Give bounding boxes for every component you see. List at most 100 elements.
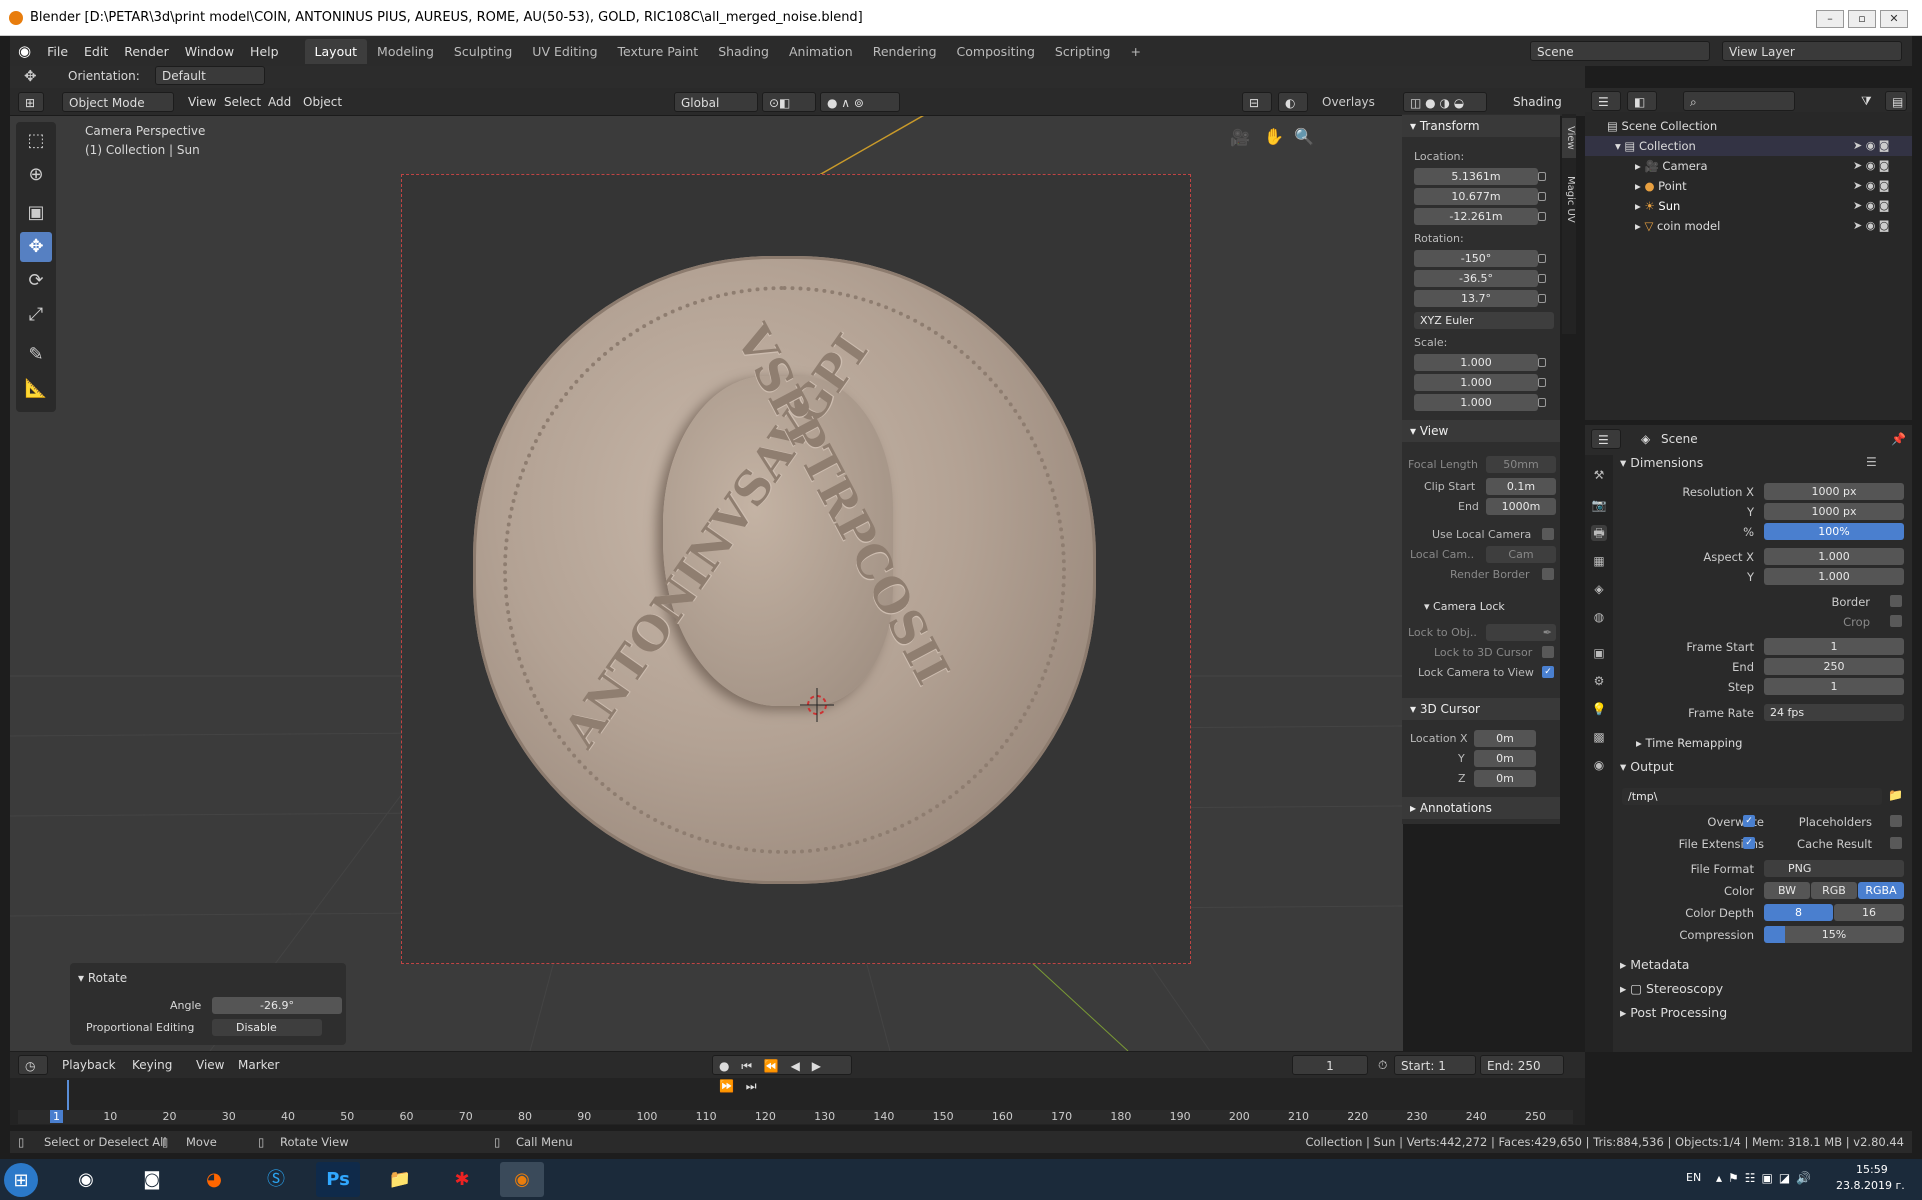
annotations-panel-header[interactable]: ▸ Annotations xyxy=(1402,797,1560,819)
photoshop-icon[interactable]: Ps xyxy=(316,1162,360,1197)
editor-type-icon[interactable]: ⊞ xyxy=(18,92,44,112)
overlays-dropdown[interactable]: Overlays xyxy=(1316,92,1396,112)
view-panel-header[interactable]: ▾ View xyxy=(1402,420,1560,442)
tab-view[interactable]: View xyxy=(1562,118,1576,158)
lock-icon[interactable] xyxy=(1538,172,1546,181)
outliner-scene-collection[interactable]: ▤ Scene Collection xyxy=(1585,116,1912,136)
location-y-field[interactable]: 10.677m xyxy=(1414,188,1538,205)
coin-model[interactable]: ANTONINVSAVGPI VSPPTRPCOSII xyxy=(473,256,1096,884)
language-indicator[interactable]: EN xyxy=(1686,1171,1701,1184)
move-tool-icon[interactable]: ✥ xyxy=(20,232,52,262)
tool-tab-icon[interactable]: ⚒ xyxy=(1591,467,1607,483)
skype-icon[interactable]: Ⓢ xyxy=(254,1162,298,1197)
dimensions-section[interactable]: ▾ Dimensions xyxy=(1620,452,1703,474)
visibility-icon[interactable]: ◐ xyxy=(1278,92,1308,112)
editor-type-icon[interactable]: ☰ xyxy=(1591,429,1621,449)
overwrite-checkbox[interactable]: ✓ xyxy=(1743,815,1755,827)
cursor-tool-icon[interactable]: ⊕ xyxy=(20,160,52,190)
view-menu[interactable]: View xyxy=(190,1055,230,1075)
pin-icon[interactable]: 📌 xyxy=(1885,429,1912,449)
frame-rate-dropdown[interactable]: 24 fps xyxy=(1764,704,1904,721)
maximize-button[interactable]: ▫ xyxy=(1848,10,1876,28)
frame-end-field[interactable]: 250 xyxy=(1764,658,1904,675)
world-tab-icon[interactable]: ◍ xyxy=(1591,609,1607,625)
zoom-icon[interactable]: 🔍 xyxy=(1294,127,1314,146)
scale-x-field[interactable]: 1.000 xyxy=(1414,354,1538,371)
menu-file[interactable]: File xyxy=(39,44,76,59)
display-mode-icon[interactable]: ◧ xyxy=(1627,91,1657,111)
render-tab-icon[interactable]: 📷 xyxy=(1591,497,1607,513)
pan-hand-icon[interactable]: ✋ xyxy=(1264,127,1284,146)
physics-tab-icon[interactable]: ◉ xyxy=(1591,757,1607,773)
3d-cursor-icon[interactable] xyxy=(800,688,834,722)
crop-checkbox[interactable] xyxy=(1890,615,1902,627)
location-z-field[interactable]: -12.261m xyxy=(1414,208,1538,225)
use-local-camera-checkbox[interactable] xyxy=(1542,528,1554,540)
blender-menu-icon[interactable]: ◉ xyxy=(10,42,39,60)
res-y-field[interactable]: 1000 px xyxy=(1764,503,1904,520)
frame-step-field[interactable]: 1 xyxy=(1764,678,1904,695)
color-bw-button[interactable]: BW xyxy=(1764,882,1810,899)
orientation-dropdown[interactable]: Default xyxy=(155,66,265,85)
keying-menu[interactable]: Keying xyxy=(126,1055,178,1075)
lock-icon[interactable] xyxy=(1538,378,1546,387)
res-pct-field[interactable]: 100% xyxy=(1764,523,1904,540)
transform-orientation-dropdown[interactable]: Global xyxy=(674,92,758,112)
scale-z-field[interactable]: 1.000 xyxy=(1414,394,1538,411)
compression-slider[interactable]: 15% xyxy=(1764,926,1904,943)
lock-icon[interactable] xyxy=(1538,212,1546,221)
add-workspace-icon[interactable]: + xyxy=(1121,39,1151,64)
windows-start-icon[interactable]: ⊞ xyxy=(4,1163,38,1197)
3d-cursor-panel-header[interactable]: ▾ 3D Cursor xyxy=(1402,698,1560,720)
app-icon[interactable]: ◙ xyxy=(130,1162,174,1197)
playback-menu[interactable]: Playback xyxy=(56,1055,122,1075)
clip-end-field[interactable]: 1000m xyxy=(1486,498,1556,515)
lock-icon[interactable] xyxy=(1538,398,1546,407)
view-layer-tab-icon[interactable]: ▦ xyxy=(1591,553,1607,569)
clip-start-field[interactable]: 0.1m xyxy=(1486,478,1556,495)
marker-menu[interactable]: Marker xyxy=(232,1055,285,1075)
camera-view-icon[interactable]: 🎥 xyxy=(1230,128,1250,147)
aspect-y-field[interactable]: 1.000 xyxy=(1764,568,1904,585)
angle-field[interactable]: -26.9° xyxy=(212,997,342,1014)
measure-tool-icon[interactable]: 📐 xyxy=(20,374,52,404)
res-x-field[interactable]: 1000 px xyxy=(1764,483,1904,500)
lock-icon[interactable] xyxy=(1538,358,1546,367)
gizmo-icon[interactable]: ⊟ xyxy=(1242,92,1272,112)
timeline-start-field[interactable]: Start: 1 xyxy=(1394,1055,1476,1075)
lock-icon[interactable] xyxy=(1538,294,1546,303)
metadata-section[interactable]: ▸ Metadata xyxy=(1620,954,1689,976)
transform-tool-icon[interactable]: ▣ xyxy=(20,198,52,228)
menu-help[interactable]: Help xyxy=(242,44,287,59)
rotation-mode-dropdown[interactable]: XYZ Euler xyxy=(1414,312,1554,329)
annotate-tool-icon[interactable]: ✎ xyxy=(20,340,52,370)
editor-type-icon[interactable]: ◷ xyxy=(18,1055,48,1075)
scene-selector[interactable]: Scene xyxy=(1530,41,1710,61)
object-tab-icon[interactable]: ▣ xyxy=(1591,645,1607,661)
transform-panel-header[interactable]: ▾ Transform xyxy=(1402,115,1560,137)
pivot-snap-icon[interactable]: ⊙◧ xyxy=(762,92,816,112)
menu-select[interactable]: Select xyxy=(218,92,267,112)
camera-lock-header[interactable]: ▾ Camera Lock xyxy=(1424,600,1505,613)
texture-tab-icon[interactable]: ▩ xyxy=(1591,729,1607,745)
outliner-search-input[interactable]: ⌕ xyxy=(1683,91,1795,111)
tab-shading[interactable]: Shading xyxy=(708,39,779,64)
aspect-x-field[interactable]: 1.000 xyxy=(1764,548,1904,565)
focal-length-field[interactable]: 50mm xyxy=(1486,456,1556,473)
tab-sculpting[interactable]: Sculpting xyxy=(444,39,522,64)
output-tab-icon[interactable]: 🖶 xyxy=(1591,525,1607,541)
lock-icon[interactable] xyxy=(1538,254,1546,263)
frame-start-field[interactable]: 1 xyxy=(1764,638,1904,655)
chrome-icon[interactable]: ◉ xyxy=(64,1162,108,1197)
tab-animation[interactable]: Animation xyxy=(779,39,863,64)
scale-tool-icon[interactable]: ⤢ xyxy=(20,300,52,330)
tab-rendering[interactable]: Rendering xyxy=(863,39,947,64)
rotation-z-field[interactable]: 13.7° xyxy=(1414,290,1538,307)
depth-16-button[interactable]: 16 xyxy=(1834,904,1904,921)
lock-icon[interactable] xyxy=(1538,274,1546,283)
depth-8-button[interactable]: 8 xyxy=(1764,904,1833,921)
visibility-toggles[interactable]: ➤ ◉ ◙ ➤ ◉ ◙ ➤ ◉ ◙ ➤ ◉ ◙ ➤ ◉ ◙ xyxy=(1853,136,1909,236)
lock-camera-to-view-checkbox[interactable]: ✓ xyxy=(1542,666,1554,678)
constraints-tab-icon[interactable]: ⚙ xyxy=(1591,673,1607,689)
output-path-input[interactable]: /tmp\ xyxy=(1622,788,1882,805)
